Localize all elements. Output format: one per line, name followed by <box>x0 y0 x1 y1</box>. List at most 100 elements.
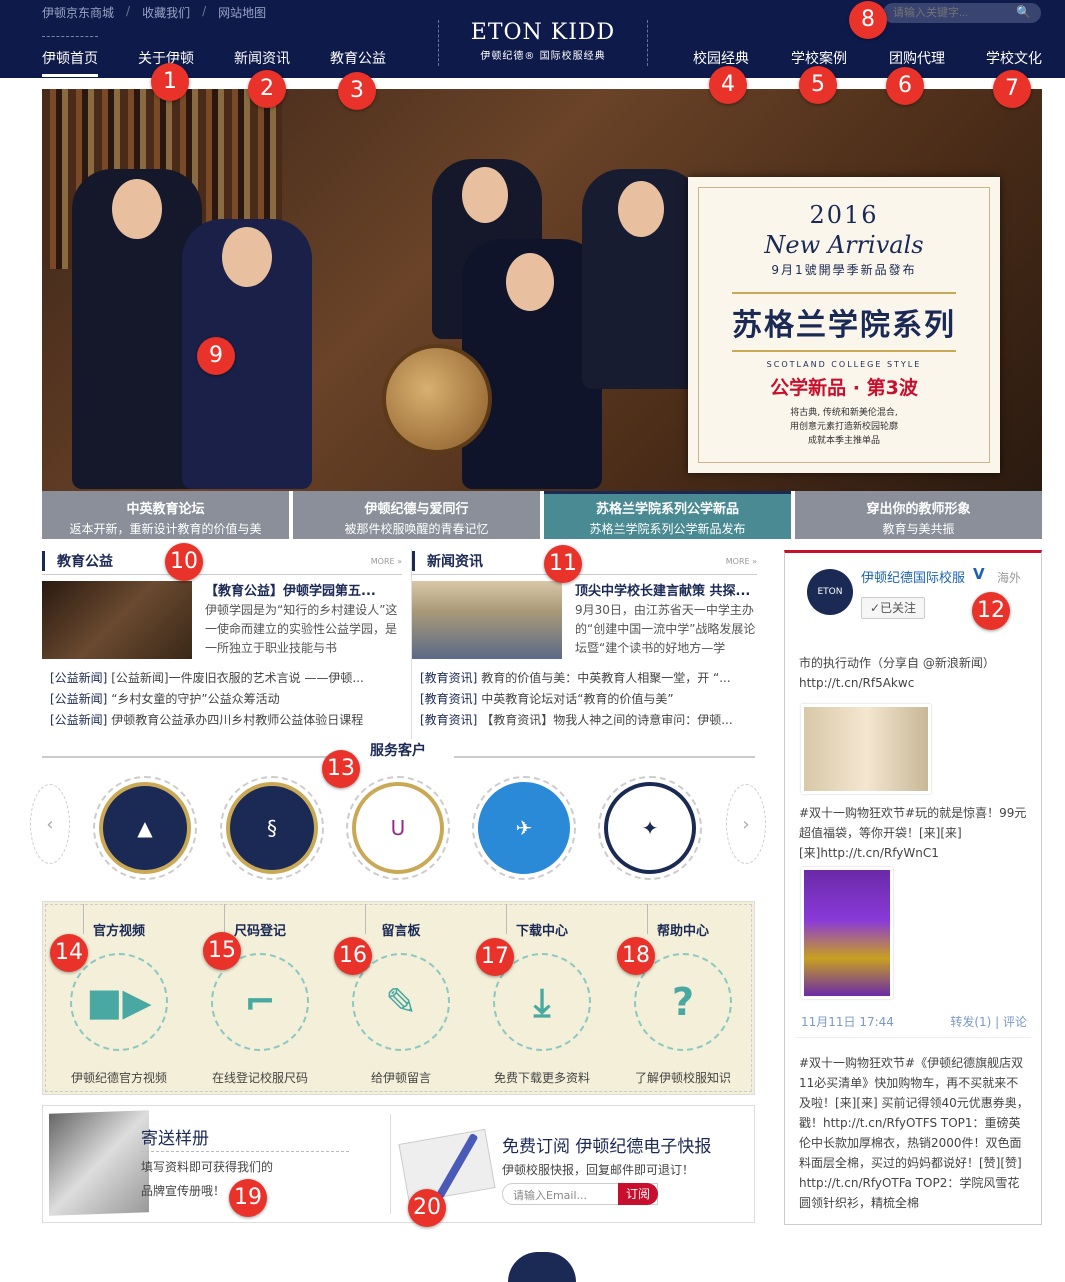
hero-tab-title: 伊顿纪德与爱同行 <box>364 502 469 517</box>
section-header-charity: 教育公益 MORE » <box>42 549 402 575</box>
list-text: 【教育资讯】物我人神之间的诗意审问：伊顿... <box>481 713 733 727</box>
list-item[interactable]: [公益新闻] [公益新闻]一件废旧衣服的艺术言说 ——伊顿... <box>50 668 380 689</box>
news-thumbnail[interactable] <box>42 581 192 659</box>
news-thumbnail[interactable] <box>412 581 562 659</box>
list-text: [公益新闻]一件废旧衣服的艺术言说 ——伊顿... <box>111 671 364 685</box>
divider <box>390 1114 391 1214</box>
weibo-name[interactable]: 伊顿纪德国际校服 <box>861 567 965 586</box>
model-image <box>582 169 702 389</box>
verified-icon: V <box>973 565 985 583</box>
client-logo[interactable]: ▲ <box>93 776 197 880</box>
nav-culture[interactable]: 学校文化 <box>986 48 1042 68</box>
annotation-badge: 13 <box>322 750 360 788</box>
hero-tab-title: 苏格兰学院系列公学新品 <box>595 502 739 517</box>
weibo-avatar[interactable]: ETON <box>807 569 853 615</box>
list-item[interactable]: [教育资讯] 教育的价值与美：中英教育人相聚一堂，开 “... <box>420 668 750 689</box>
news-list-news: [教育资讯] 教育的价值与美：中英教育人相聚一堂，开 “... [教育资讯] 中… <box>420 668 750 731</box>
annotation-badge: 6 <box>886 67 924 105</box>
list-tag: [公益新闻] <box>50 692 108 706</box>
bottom-panel: 寄送样册 填写资料即可获得我们的 品牌宣传册哦！ 免费订阅 伊顿纪德电子快报 伊… <box>42 1105 755 1223</box>
catalog-image[interactable] <box>49 1110 149 1216</box>
more-link[interactable]: MORE » <box>371 557 402 566</box>
list-tag: [教育资讯] <box>420 671 478 685</box>
school-crest-icon: ✦ <box>604 782 696 874</box>
nav-cases[interactable]: 学校案例 <box>791 48 847 68</box>
globe-image <box>382 344 492 454</box>
annotation-badge: 20 <box>408 1189 446 1227</box>
section-title: 服务客户 <box>342 740 454 760</box>
weibo-time[interactable]: 11月11日 17:44 <box>801 1015 894 1029</box>
subscribe-button[interactable]: 订阅 <box>618 1183 658 1205</box>
news-headline[interactable]: 顶尖中学校长建言献策 共探... <box>575 580 760 599</box>
more-link[interactable]: MORE » <box>726 557 757 566</box>
util-separator: / <box>202 4 207 18</box>
annotation-badge: 8 <box>849 1 887 39</box>
news-summary: 伊顿学园是为“知行的乡村建设人”这一使命而建立的实验性公益学园，是一所独立于职业… <box>205 603 398 655</box>
list-text: 中英教育论坛对话“教育的价值与美” <box>481 692 674 706</box>
subscribe-title: 免费订阅 伊顿纪德电子快报 <box>502 1137 712 1157</box>
annotation-badge: 7 <box>993 70 1031 108</box>
util-link-sitemap[interactable]: 网站地图 <box>218 4 266 21</box>
nav-group-buy[interactable]: 团购代理 <box>889 48 945 68</box>
list-text: 伊顿教育公益承办四川乡村教师公益体验日课程 <box>111 713 364 727</box>
hero-tab-desc: 教育与美共振 <box>882 522 955 536</box>
annotation-badge: 9 <box>197 337 235 375</box>
service-title: 下载中心 <box>515 924 568 939</box>
annotation-badge: 18 <box>617 937 655 975</box>
service-footer: 伊顿纪德官方视频 <box>70 1071 167 1085</box>
weibo-image[interactable] <box>801 704 931 794</box>
weibo-image[interactable] <box>801 867 893 999</box>
annotation-badge: 3 <box>338 72 376 110</box>
hero-tab-desc: 返本开新，重新设计教育的价值与美 <box>69 522 262 536</box>
sample-title[interactable]: 寄送样册 <box>141 1124 349 1152</box>
weibo-actions[interactable]: 转发(1) | 评论 <box>950 1013 1027 1030</box>
hero-tab-desc: 被那件校服唤醒的青春记忆 <box>344 522 489 536</box>
arrow-left-icon[interactable]: ‹ <box>30 784 70 864</box>
nav-classic[interactable]: 校园经典 <box>693 48 749 68</box>
util-link-favorite[interactable]: 收藏我们 <box>142 4 190 21</box>
weibo-post: #双十一购物狂欢节#玩的就是惊喜！99元超值福袋，等你开袋！[来][来][来]h… <box>799 806 1027 860</box>
hero-tab-love[interactable]: 伊顿纪德与爱同行被那件校服唤醒的青春记忆 <box>293 491 540 539</box>
annotation-badge: 19 <box>229 1179 267 1217</box>
client-logo[interactable]: ✈ <box>472 776 576 880</box>
service-footer: 在线登记校服尺码 <box>211 1071 308 1085</box>
follow-button[interactable]: ✓已关注 <box>861 597 925 619</box>
clients-header: 服务客户 <box>42 740 755 760</box>
brand-name: ETON KIDD <box>470 20 616 45</box>
list-text: 教育的价值与美：中英教育人相聚一堂，开 “... <box>481 671 731 685</box>
annotation-badge: 1 <box>151 63 189 101</box>
hero-banner[interactable]: 2016 New Arrivals 9月1號開學季新品發布 苏格兰学院系列 SC… <box>42 89 1042 491</box>
search-input[interactable] <box>883 3 1013 23</box>
client-logo[interactable]: ✦ <box>598 776 702 880</box>
annotation-badge: 15 <box>203 932 241 970</box>
model-image <box>462 239 602 489</box>
hero-tab-scotland[interactable]: 苏格兰学院系列公学新品 苏格兰学院系列公学新品发布 <box>544 491 791 539</box>
divider <box>795 1037 1031 1038</box>
nav-left: 伊顿首页 关于伊顿 新闻资讯 教育公益 <box>42 48 426 77</box>
client-logo[interactable]: § <box>220 776 324 880</box>
brand-logo[interactable]: ETON KIDD 伊顿纪德® 国际校服经典 <box>438 20 648 66</box>
divider <box>42 36 98 37</box>
annotation-badge: 12 <box>972 592 1010 630</box>
list-item[interactable]: [公益新闻] 伊顿教育公益承办四川乡村教师公益体验日课程 <box>50 710 380 731</box>
hero-tab-forum[interactable]: 中英教育论坛返本开新，重新设计教育的价值与美 <box>42 491 289 539</box>
hero-tab-title: 穿出你的教师形象 <box>866 502 971 517</box>
nav-home[interactable]: 伊顿首页 <box>42 48 98 77</box>
arrow-right-icon[interactable]: › <box>726 784 766 864</box>
school-crest-icon: U <box>352 782 444 874</box>
search-icon[interactable]: 🔍 <box>1016 5 1031 19</box>
weibo-widget: ETON 伊顿纪德国际校服 V 海外 ✓已关注 市的执行动作（分享自 @新浪新闻… <box>784 550 1042 1225</box>
list-item[interactable]: [公益新闻] “乡村女童的守护”公益众筹活动 <box>50 689 380 710</box>
list-item[interactable]: [教育资讯] 中英教育论坛对话“教育的价值与美” <box>420 689 750 710</box>
school-crest-icon: ▲ <box>99 782 191 874</box>
weibo-post: #双十一购物狂欢节#《伊顿纪德旗舰店双11必买清单》快加购物车，再不买就来不及啦… <box>799 1056 1029 1210</box>
list-tag: [公益新闻] <box>50 713 108 727</box>
util-link-jd[interactable]: 伊顿京东商城 <box>42 4 114 21</box>
hero-tab-title: 中英教育论坛 <box>126 502 205 517</box>
service-footer: 免费下载更多资料 <box>493 1071 590 1085</box>
list-item[interactable]: [教育资讯] 【教育资讯】物我人神之间的诗意审问：伊顿... <box>420 710 750 731</box>
news-headline[interactable]: 【教育公益】伊顿学园第五... <box>205 580 405 599</box>
client-logo[interactable]: U <box>346 776 450 880</box>
news-list-charity: [公益新闻] [公益新闻]一件废旧衣服的艺术言说 ——伊顿... [公益新闻] … <box>50 668 380 731</box>
hero-tab-teacher[interactable]: 穿出你的教师形象 教育与美共振 <box>795 491 1042 539</box>
